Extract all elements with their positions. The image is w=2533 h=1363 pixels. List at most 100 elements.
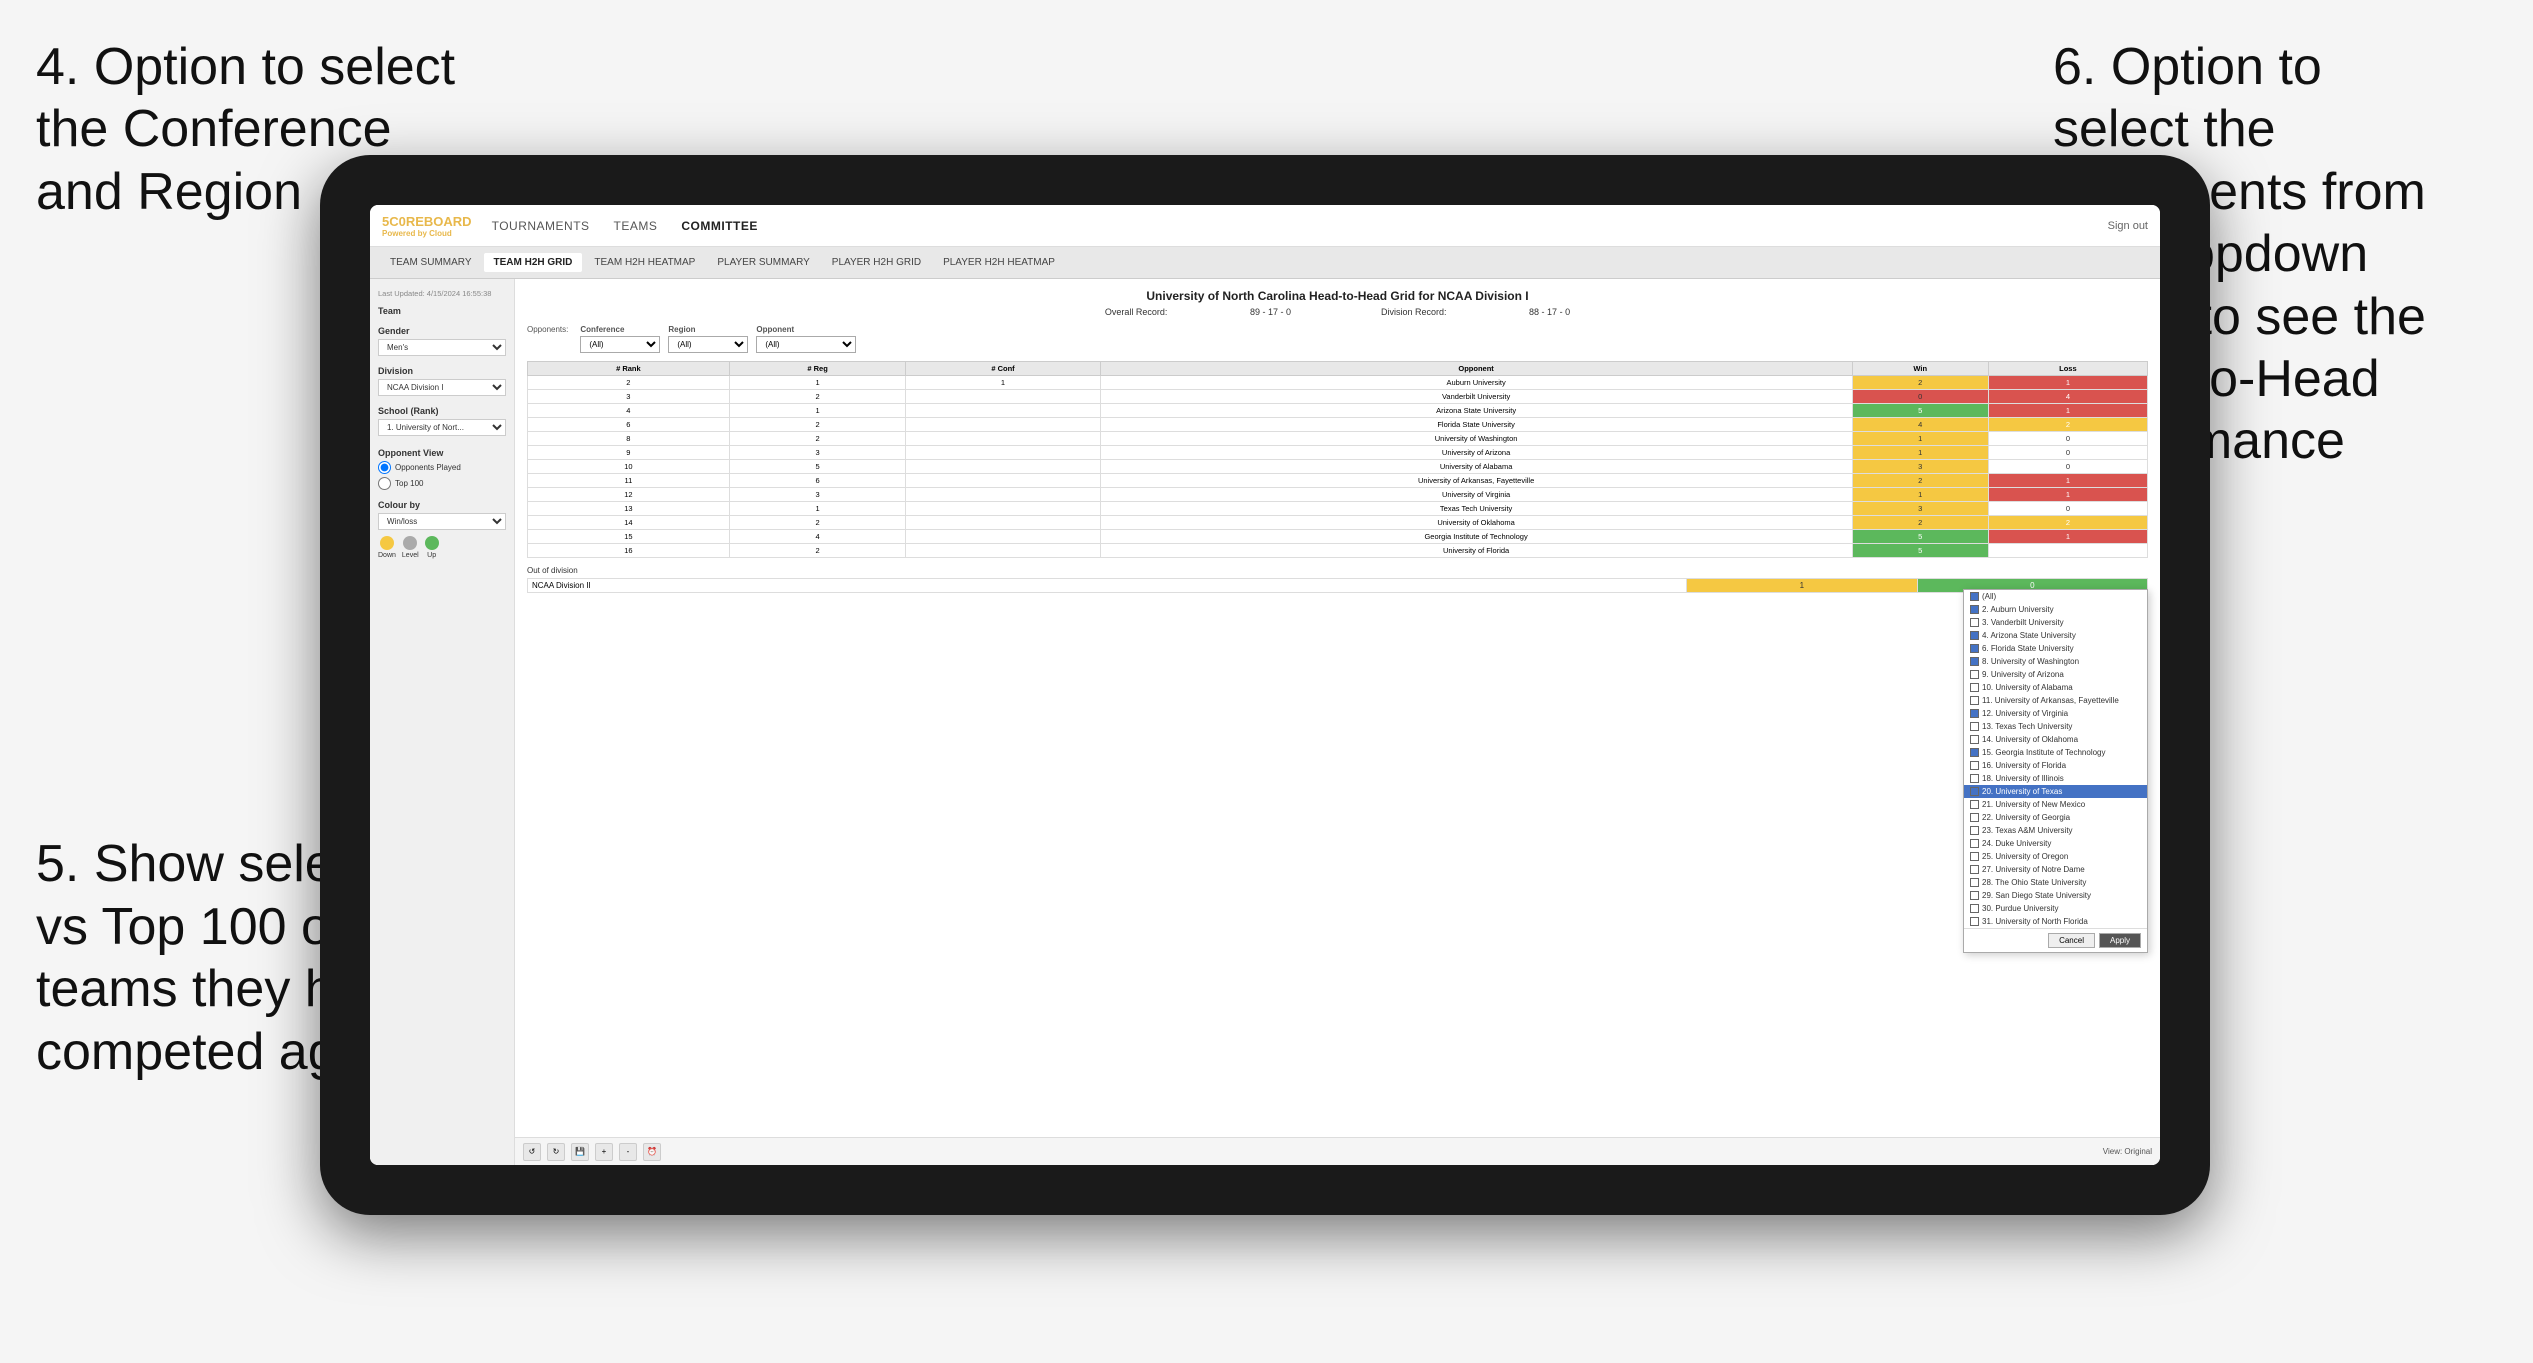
dropdown-item[interactable]: 4. Arizona State University: [1964, 629, 2147, 642]
dropdown-item[interactable]: 29. San Diego State University: [1964, 889, 2147, 902]
cell-name: University of Oklahoma: [1100, 516, 1852, 530]
cell-loss: 0: [1988, 446, 2147, 460]
dropdown-item[interactable]: 3. Vanderbilt University: [1964, 616, 2147, 629]
dropdown-apply-button[interactable]: Apply: [2099, 933, 2141, 948]
dropdown-item[interactable]: 27. University of Notre Dame: [1964, 863, 2147, 876]
sub-nav-team-summary[interactable]: TEAM SUMMARY: [380, 253, 482, 272]
dropdown-item[interactable]: 31. University of North Florida: [1964, 915, 2147, 928]
redo-btn[interactable]: ↻: [547, 1143, 565, 1161]
dropdown-item[interactable]: 6. Florida State University: [1964, 642, 2147, 655]
legend-level: Level: [402, 536, 419, 559]
dropdown-item[interactable]: 22. University of Georgia: [1964, 811, 2147, 824]
dropdown-item[interactable]: 14. University of Oklahoma: [1964, 733, 2147, 746]
gender-select[interactable]: Men's: [378, 339, 506, 356]
cell-win: 2: [1852, 516, 1988, 530]
dropdown-checkbox: [1970, 865, 1979, 874]
dropdown-item[interactable]: 12. University of Virginia: [1964, 707, 2147, 720]
zoom-in-btn[interactable]: +: [595, 1143, 613, 1161]
division-select[interactable]: NCAA Division I: [378, 379, 506, 396]
opponent-dropdown[interactable]: (All)2. Auburn University3. Vanderbilt U…: [1963, 589, 2148, 953]
cell-conf: 1: [906, 376, 1100, 390]
sub-nav-player-summary[interactable]: PLAYER SUMMARY: [707, 253, 819, 272]
nav-tournaments[interactable]: TOURNAMENTS: [492, 219, 590, 233]
team-section: Team: [378, 306, 506, 316]
logo: 5C0REBOARD Powered by Cloud: [382, 214, 472, 238]
school-select[interactable]: 1. University of Nort...: [378, 419, 506, 436]
dropdown-item[interactable]: 16. University of Florida: [1964, 759, 2147, 772]
region-filter-label: Region: [668, 325, 748, 334]
grid-records: Overall Record: 89 - 17 - 0 Division Rec…: [527, 307, 2148, 317]
grid-title: University of North Carolina Head-to-Hea…: [527, 289, 2148, 303]
dropdown-item[interactable]: 11. University of Arkansas, Fayetteville: [1964, 694, 2147, 707]
opponent-filter-select[interactable]: (All): [756, 336, 856, 353]
cell-win: 5: [1852, 544, 1988, 558]
cell-win: 0: [1852, 390, 1988, 404]
dropdown-item[interactable]: (All): [1964, 590, 2147, 603]
sub-nav-player-h2h-heatmap[interactable]: PLAYER H2H HEATMAP: [933, 253, 1065, 272]
dropdown-item[interactable]: 25. University of Oregon: [1964, 850, 2147, 863]
colour-section: Colour by Win/loss Down Level: [378, 500, 506, 559]
cell-loss: [1988, 544, 2147, 558]
dropdown-item[interactable]: 23. Texas A&M University: [1964, 824, 2147, 837]
cell-rank: 14: [528, 516, 730, 530]
dropdown-item[interactable]: 9. University of Arizona: [1964, 668, 2147, 681]
school-section: School (Rank) 1. University of Nort...: [378, 406, 506, 436]
undo-btn[interactable]: ↺: [523, 1143, 541, 1161]
table-row: 12 3 University of Virginia 1 1: [528, 488, 2148, 502]
dropdown-item-label: 18. University of Illinois: [1982, 774, 2064, 783]
dropdown-item[interactable]: 30. Purdue University: [1964, 902, 2147, 915]
cell-name: University of Virginia: [1100, 488, 1852, 502]
view-label: View: Original: [2103, 1147, 2152, 1156]
cell-rank: 12: [528, 488, 730, 502]
table-row: 8 2 University of Washington 1 0: [528, 432, 2148, 446]
dropdown-checkbox: [1970, 709, 1979, 718]
dropdown-item-label: 24. Duke University: [1982, 839, 2051, 848]
nav-teams[interactable]: TEAMS: [614, 219, 658, 233]
dropdown-item[interactable]: 2. Auburn University: [1964, 603, 2147, 616]
save-btn[interactable]: 💾: [571, 1143, 589, 1161]
conference-filter-select[interactable]: (All): [580, 336, 660, 353]
dropdown-checkbox: [1970, 904, 1979, 913]
dropdown-cancel-button[interactable]: Cancel: [2048, 933, 2095, 948]
col-rank: # Rank: [528, 362, 730, 376]
zoom-out-btn[interactable]: -: [619, 1143, 637, 1161]
out-division-label: Out of division: [527, 566, 2148, 575]
colour-select[interactable]: Win/loss: [378, 513, 506, 530]
dropdown-item[interactable]: 18. University of Illinois: [1964, 772, 2147, 785]
region-filter-group: Region (All): [668, 325, 748, 353]
nav-sign-out[interactable]: Sign out: [2108, 220, 2148, 232]
cell-reg: 2: [729, 516, 906, 530]
region-filter-select[interactable]: (All): [668, 336, 748, 353]
dropdown-item[interactable]: 10. University of Alabama: [1964, 681, 2147, 694]
cell-win: 3: [1852, 502, 1988, 516]
cell-rank: 16: [528, 544, 730, 558]
colour-label: Colour by: [378, 500, 506, 510]
cell-rank: 8: [528, 432, 730, 446]
dropdown-item[interactable]: 20. University of Texas: [1964, 785, 2147, 798]
sub-nav-team-h2h-grid[interactable]: TEAM H2H GRID: [484, 253, 583, 272]
dropdown-item-label: 22. University of Georgia: [1982, 813, 2070, 822]
nav-committee[interactable]: COMMITTEE: [681, 219, 758, 233]
opponents-played-radio[interactable]: Opponents Played: [378, 461, 506, 474]
sub-nav-team-h2h-heatmap[interactable]: TEAM H2H HEATMAP: [584, 253, 705, 272]
dropdown-item[interactable]: 15. Georgia Institute of Technology: [1964, 746, 2147, 759]
cell-win: 3: [1852, 460, 1988, 474]
sub-nav-player-h2h-grid[interactable]: PLAYER H2H GRID: [822, 253, 931, 272]
cell-conf: [906, 432, 1100, 446]
dropdown-checkbox: [1970, 787, 1979, 796]
cell-win: 1: [1852, 432, 1988, 446]
cell-reg: 3: [729, 446, 906, 460]
col-win: Win: [1852, 362, 1988, 376]
dropdown-item[interactable]: 8. University of Washington: [1964, 655, 2147, 668]
clock-btn[interactable]: ⏰: [643, 1143, 661, 1161]
cell-conf: [906, 516, 1100, 530]
gender-label: Gender: [378, 326, 506, 336]
dropdown-item[interactable]: 13. Texas Tech University: [1964, 720, 2147, 733]
top-100-radio[interactable]: Top 100: [378, 477, 506, 490]
dropdown-checkbox: [1970, 735, 1979, 744]
dropdown-item[interactable]: 21. University of New Mexico: [1964, 798, 2147, 811]
table-row: 15 4 Georgia Institute of Technology 5 1: [528, 530, 2148, 544]
dropdown-item[interactable]: 28. The Ohio State University: [1964, 876, 2147, 889]
cell-rank: 11: [528, 474, 730, 488]
dropdown-item[interactable]: 24. Duke University: [1964, 837, 2147, 850]
